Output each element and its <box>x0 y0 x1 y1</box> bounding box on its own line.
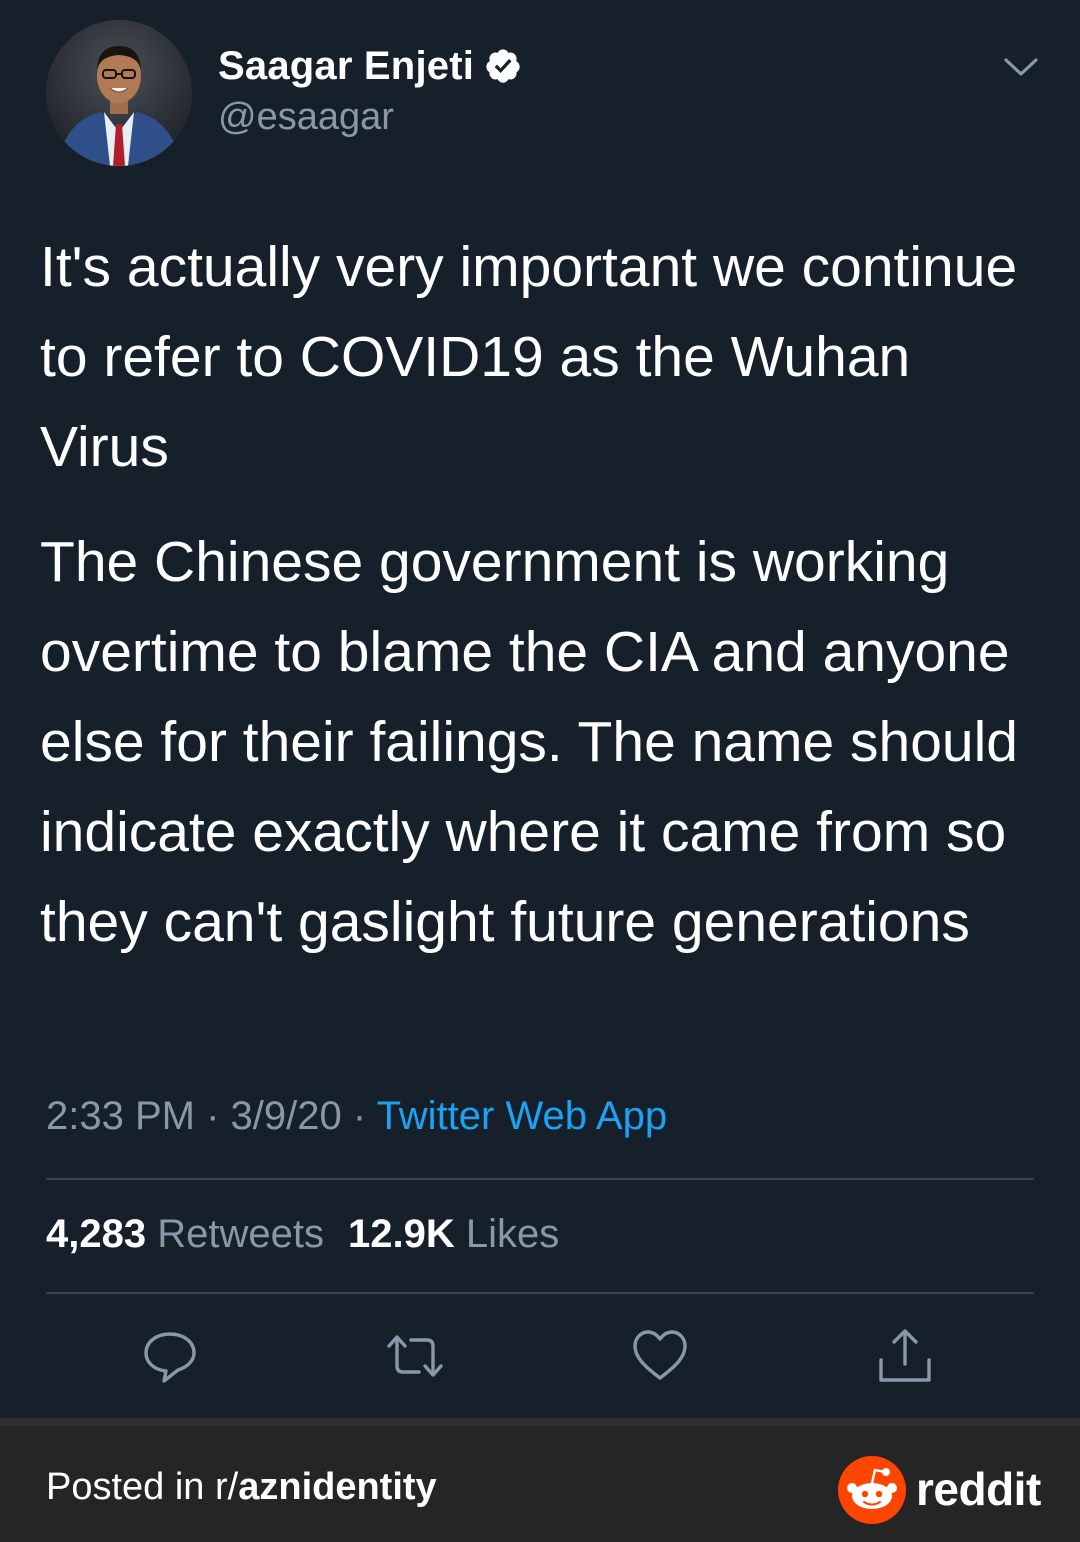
divider <box>46 1292 1034 1294</box>
meta-separator: · <box>194 1094 231 1138</box>
tweet-date[interactable]: 3/9/20 <box>231 1094 342 1138</box>
author-name[interactable]: Saagar Enjeti <box>218 44 474 89</box>
like-button[interactable] <box>630 1326 690 1386</box>
posted-in-label: Posted in r/aznidentity <box>46 1466 437 1509</box>
meta-separator: · <box>341 1094 377 1138</box>
chevron-down-icon[interactable] <box>1002 52 1040 82</box>
likes-stat[interactable]: 12.9K Likes <box>348 1212 559 1256</box>
subreddit-name[interactable]: aznidentity <box>238 1466 436 1508</box>
tweet-text: It's actually very important we continue… <box>40 222 1050 967</box>
reply-icon <box>144 1332 196 1383</box>
heart-icon <box>633 1330 687 1380</box>
divider <box>46 1178 1034 1180</box>
share-icon <box>879 1329 931 1382</box>
tweet-actions <box>0 1326 1080 1388</box>
retweet-icon <box>387 1335 443 1377</box>
author-name-row: Saagar Enjeti <box>218 40 522 92</box>
likes-label: Likes <box>465 1212 560 1256</box>
verified-badge-icon <box>484 47 522 85</box>
retweets-count: 4,283 <box>46 1212 147 1256</box>
tweet-time[interactable]: 2:33 PM <box>46 1094 195 1138</box>
tweet-paragraph: The Chinese government is working overti… <box>40 530 1018 954</box>
tweet-meta: 2:33 PM · 3/9/20 · Twitter Web App <box>46 1094 667 1139</box>
author-handle[interactable]: @esaagar <box>218 96 394 139</box>
retweets-label: Retweets <box>157 1212 324 1256</box>
retweets-stat[interactable]: 4,283 Retweets <box>46 1212 324 1256</box>
retweet-button[interactable] <box>385 1326 445 1386</box>
share-button[interactable] <box>875 1326 935 1386</box>
reddit-logo-icon[interactable] <box>838 1456 906 1524</box>
tweet-card: Saagar Enjeti @esaagar It's actually ver… <box>0 0 1080 1418</box>
tweet-source-link[interactable]: Twitter Web App <box>377 1094 668 1138</box>
tweet-stats: 4,283 Retweets 12.9K Likes <box>46 1212 559 1257</box>
likes-count: 12.9K <box>347 1212 455 1256</box>
reddit-footer: Posted in r/aznidentity reddit <box>0 1418 1080 1542</box>
posted-prefix: Posted in r/ <box>46 1466 239 1508</box>
reddit-wordmark: reddit <box>916 1463 1041 1515</box>
reply-button[interactable] <box>140 1326 200 1386</box>
avatar[interactable] <box>46 20 192 166</box>
tweet-paragraph: It's actually very important we continue… <box>40 235 1018 479</box>
